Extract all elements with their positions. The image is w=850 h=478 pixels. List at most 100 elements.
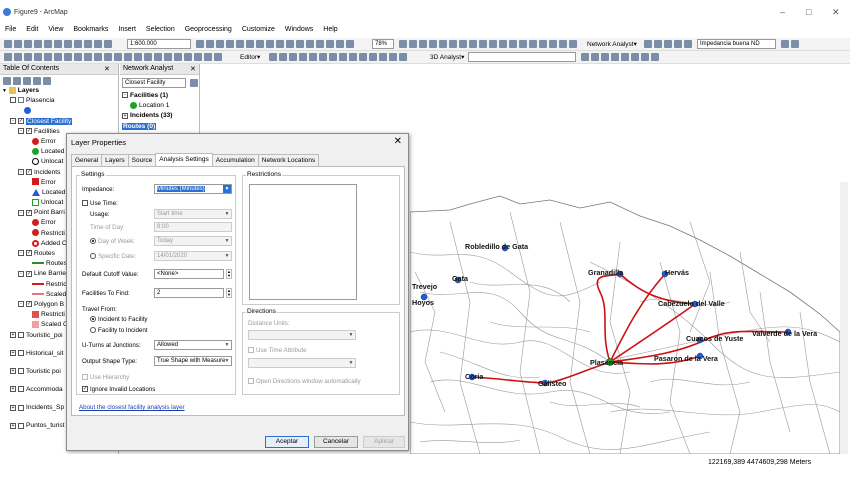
save-icon[interactable]	[24, 40, 32, 48]
forward-extent-icon[interactable]	[74, 53, 82, 61]
open-icon[interactable]	[14, 40, 22, 48]
cutoff-spinner[interactable]: ▲ ▼	[226, 269, 232, 279]
distance-units-select[interactable]: ▼	[248, 330, 356, 340]
usage-select[interactable]: Start time ▼	[154, 209, 232, 219]
straight-segment-icon[interactable]	[289, 53, 297, 61]
select-elements-icon[interactable]	[84, 53, 92, 61]
full-extent-icon[interactable]	[34, 53, 42, 61]
page-full-icon[interactable]	[429, 40, 437, 48]
collapse-icon[interactable]: -	[18, 209, 24, 216]
identify-icon[interactable]	[469, 40, 477, 48]
html-icon[interactable]	[104, 53, 112, 61]
tool-k-icon[interactable]	[569, 40, 577, 48]
3d-a-icon[interactable]	[581, 53, 589, 61]
tool-n-icon[interactable]	[194, 53, 202, 61]
tool-j-icon[interactable]	[559, 40, 567, 48]
print-icon[interactable]	[34, 40, 42, 48]
ignore-invalid-checkbox[interactable]: ✓	[82, 386, 88, 393]
3d-analyst-menu[interactable]: 3D Analyst▾	[430, 53, 464, 61]
tool-f-icon[interactable]	[336, 40, 344, 48]
travel-incident-radio[interactable]	[90, 316, 96, 323]
checkbox-puntos-turist[interactable]	[18, 422, 24, 429]
menu-edit[interactable]: Edit	[21, 24, 43, 38]
edit-annotation-icon[interactable]	[279, 53, 287, 61]
tool-i-icon[interactable]	[549, 40, 557, 48]
tool-a-icon[interactable]	[286, 40, 294, 48]
day-of-week-select[interactable]: Today ▼	[154, 236, 232, 246]
collapse-icon[interactable]: -	[18, 301, 24, 308]
editor-toolbar-icon[interactable]	[196, 40, 204, 48]
end-point-arc-icon[interactable]	[299, 53, 307, 61]
help-icon[interactable]	[266, 40, 274, 48]
na-incidents[interactable]: + Incidents (33)	[122, 111, 173, 121]
checkbox-historical-sites[interactable]	[18, 349, 24, 356]
tool-e-icon[interactable]	[326, 40, 334, 48]
checkbox-point-barriers[interactable]: ✓	[26, 209, 32, 216]
tool-g-icon[interactable]	[346, 40, 354, 48]
list-by-source-icon[interactable]	[13, 77, 21, 85]
menu-geoprocessing[interactable]: Geoprocessing	[180, 24, 237, 38]
trace-icon[interactable]	[309, 53, 317, 61]
checkbox-routes[interactable]: ✓	[26, 250, 32, 257]
expand-icon[interactable]: +	[122, 112, 128, 119]
fixed-zoom-out-icon[interactable]	[54, 53, 62, 61]
catalog-icon[interactable]	[216, 40, 224, 48]
map-scale-combo[interactable]: 1:600.000	[127, 39, 191, 49]
expand-icon[interactable]: +	[10, 386, 16, 393]
na-window-icon[interactable]	[644, 40, 652, 48]
time-attribute-select[interactable]: ▼	[248, 358, 356, 368]
toc-item-plasencia[interactable]: Plasencia	[2, 96, 118, 106]
3d-e-icon[interactable]	[621, 53, 629, 61]
model-builder-icon[interactable]	[256, 40, 264, 48]
map-canvas[interactable]	[410, 182, 840, 454]
3d-c-icon[interactable]	[601, 53, 609, 61]
network-analyst-menu[interactable]: Network Analyst▾	[587, 40, 637, 48]
arctoolbox-icon[interactable]	[236, 40, 244, 48]
na-properties-icon[interactable]	[190, 79, 198, 87]
checkbox-facilities[interactable]: ✓	[26, 128, 32, 134]
restrictions-list[interactable]	[249, 184, 357, 300]
swipe-icon[interactable]	[144, 53, 152, 61]
na-create-location-icon[interactable]	[654, 40, 662, 48]
time-of-day-field[interactable]: 8:00	[154, 222, 232, 232]
tool-d-icon[interactable]	[316, 40, 324, 48]
redo-icon[interactable]	[94, 40, 102, 48]
page-zoom-out-icon[interactable]	[409, 40, 417, 48]
3d-h-icon[interactable]	[651, 53, 659, 61]
hyperlink-icon[interactable]	[499, 40, 507, 48]
facilities-spinner[interactable]: ▲ ▼	[226, 288, 232, 298]
expand-icon[interactable]: +	[10, 331, 16, 338]
3d-g-icon[interactable]	[641, 53, 649, 61]
tab-network-locations[interactable]: Network Locations	[257, 154, 320, 166]
tool-h-icon[interactable]	[539, 40, 547, 48]
toc-item-closest-facility[interactable]: - ✓ Closest Facility	[2, 117, 118, 127]
tab-accumulation[interactable]: Accumulation	[211, 154, 259, 166]
editor-menu[interactable]: Editor▾	[240, 53, 260, 61]
cancel-button[interactable]: Cancelar	[314, 436, 358, 448]
attributes-icon[interactable]	[379, 53, 387, 61]
edit-vertices-icon[interactable]	[329, 53, 337, 61]
collapse-icon[interactable]: -	[18, 168, 24, 175]
tool-p-icon[interactable]	[214, 53, 222, 61]
na-directions-icon[interactable]	[684, 40, 692, 48]
time-window-icon[interactable]	[154, 53, 162, 61]
tab-general[interactable]: General	[71, 154, 103, 166]
cut-polygons-icon[interactable]	[349, 53, 357, 61]
info-icon[interactable]	[94, 53, 102, 61]
collapse-icon[interactable]: -	[18, 250, 24, 257]
na-facilities[interactable]: - Facilities (1)	[122, 91, 173, 101]
tab-source[interactable]: Source	[127, 154, 157, 166]
use-hierarchy-checkbox[interactable]	[82, 374, 88, 381]
pan-icon[interactable]	[24, 53, 32, 61]
minimize-icon[interactable]: –	[780, 7, 785, 17]
na-routes[interactable]: Routes (0)	[122, 122, 173, 132]
select-features-icon[interactable]	[459, 40, 467, 48]
html-popup-icon[interactable]	[509, 40, 517, 48]
add-data-icon[interactable]	[104, 40, 112, 48]
zoom-in-icon[interactable]	[4, 53, 12, 61]
collapse-icon[interactable]: -	[122, 92, 128, 99]
time-slider-icon[interactable]	[529, 40, 537, 48]
new-map-icon[interactable]	[4, 40, 12, 48]
page-prev-icon[interactable]	[439, 40, 447, 48]
use-time-attr-checkbox[interactable]	[248, 347, 254, 354]
